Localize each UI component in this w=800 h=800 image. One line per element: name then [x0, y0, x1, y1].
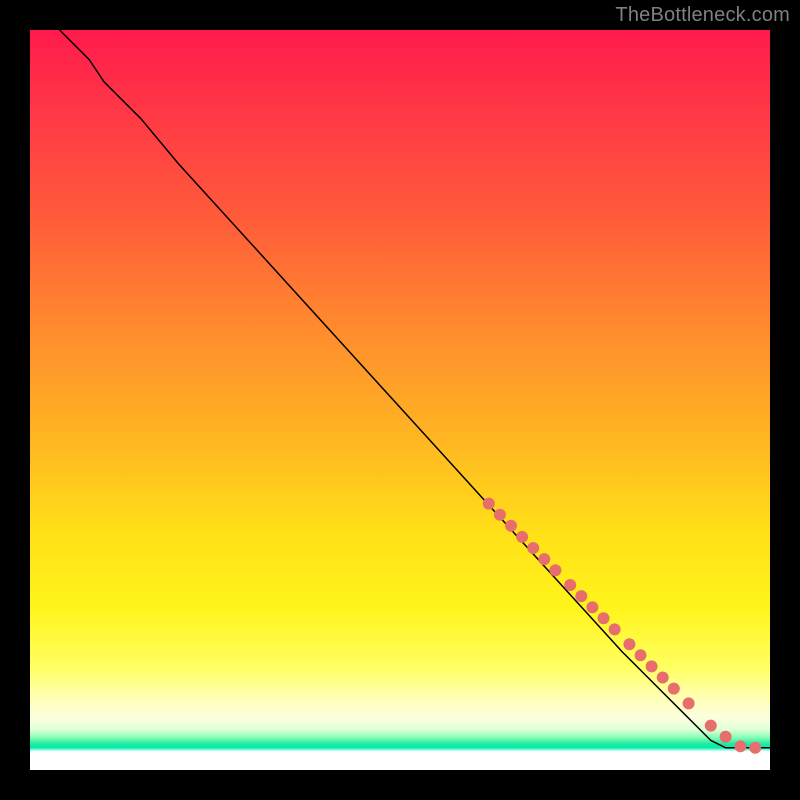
data-point: [483, 498, 495, 510]
data-point: [657, 672, 669, 684]
curve-line: [60, 30, 770, 748]
scatter-points: [483, 498, 761, 754]
data-point: [720, 731, 732, 743]
data-point: [564, 579, 576, 591]
data-point: [705, 720, 717, 732]
chart-svg: [30, 30, 770, 770]
data-point: [646, 660, 658, 672]
data-point: [586, 601, 598, 613]
data-point: [749, 742, 761, 754]
watermark-text: TheBottleneck.com: [615, 4, 790, 27]
data-point: [494, 509, 506, 521]
data-point: [505, 520, 517, 532]
data-point: [683, 697, 695, 709]
data-point: [734, 740, 746, 752]
data-point: [609, 623, 621, 635]
data-point: [635, 649, 647, 661]
data-point: [527, 542, 539, 554]
data-point: [598, 612, 610, 624]
data-point: [516, 531, 528, 543]
plot-area: [30, 30, 770, 770]
chart-frame: TheBottleneck.com: [0, 0, 800, 800]
data-point: [623, 638, 635, 650]
data-point: [668, 683, 680, 695]
data-point: [538, 553, 550, 565]
data-point: [549, 564, 561, 576]
data-point: [575, 590, 587, 602]
